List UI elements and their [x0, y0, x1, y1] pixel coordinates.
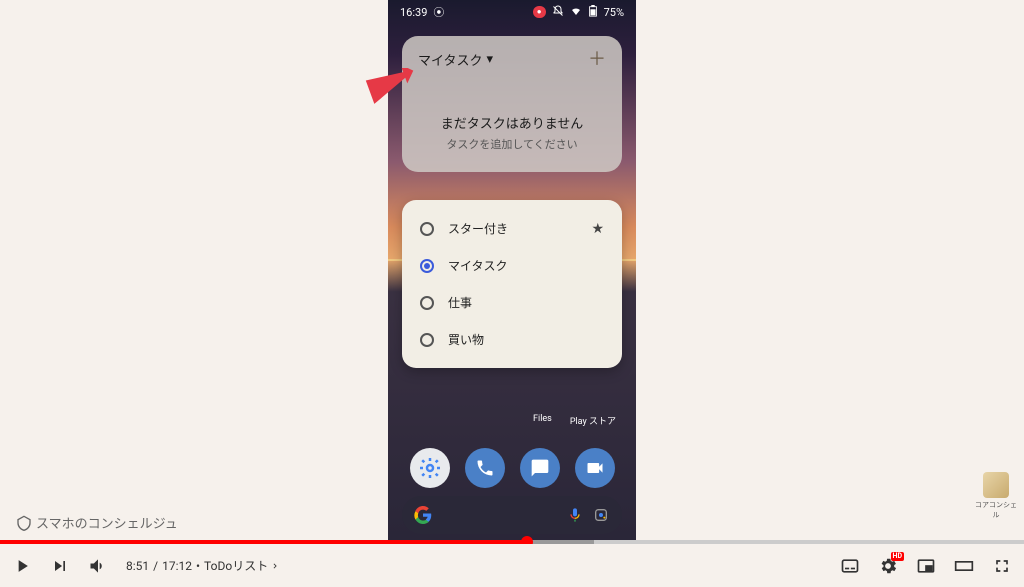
- dock: [402, 448, 622, 488]
- empty-state-sub: タスクを追加してください: [418, 136, 606, 152]
- dock-video-icon[interactable]: [575, 448, 615, 488]
- tasks-widget[interactable]: マイタスク ▾ ＋ まだタスクはありません タスクを追加してください: [402, 36, 622, 172]
- recording-badge: ●: [533, 6, 546, 18]
- video-viewport: 16:39 ⦿ ● 75% マイタスク ▾: [0, 0, 1024, 540]
- current-time: 8:51: [126, 559, 149, 573]
- empty-state-title: まだタスクはありません: [418, 113, 606, 132]
- channel-icon-overlay[interactable]: コアコンシェル: [974, 472, 1018, 520]
- widget-list-selector[interactable]: マイタスク ▾: [418, 50, 493, 69]
- settings-button[interactable]: HD: [878, 556, 898, 576]
- popup-item-label: 仕事: [448, 294, 472, 311]
- list-picker-popup: スター付き ★ マイタスク 仕事 買い物: [402, 200, 622, 368]
- volume-button[interactable]: [88, 556, 108, 576]
- subtitles-button[interactable]: [840, 556, 860, 576]
- miniplayer-button[interactable]: [916, 556, 936, 576]
- hd-badge: HD: [891, 552, 905, 561]
- phone-frame: 16:39 ⦿ ● 75% マイタスク ▾: [388, 0, 636, 540]
- popup-item-mytasks[interactable]: マイタスク: [406, 247, 618, 284]
- dock-settings-icon[interactable]: [410, 448, 450, 488]
- theater-button[interactable]: [954, 556, 974, 576]
- radio-icon: [420, 296, 434, 310]
- lens-icon[interactable]: [592, 506, 610, 524]
- battery-pct: 75%: [604, 6, 624, 19]
- fullscreen-button[interactable]: [992, 556, 1012, 576]
- popup-item-work[interactable]: 仕事: [406, 284, 618, 321]
- battery-icon: [588, 5, 598, 20]
- star-icon: ★: [591, 221, 604, 237]
- chapter-link[interactable]: ToDoリスト: [204, 557, 280, 574]
- status-time: 16:39: [400, 6, 427, 19]
- widget-title-text: マイタスク: [418, 50, 482, 69]
- radio-icon: [420, 333, 434, 347]
- add-task-button[interactable]: ＋: [588, 51, 606, 69]
- app-labels-row: Files Play ストア: [388, 414, 636, 427]
- channel-icon-label: コアコンシェル: [975, 501, 1017, 519]
- popup-item-starred[interactable]: スター付き ★: [406, 210, 618, 247]
- duration: 17:12: [162, 559, 192, 573]
- player-controls: 8:51 / 17:12 • ToDoリスト HD: [0, 544, 1024, 587]
- next-button[interactable]: [50, 556, 70, 576]
- mic-icon[interactable]: [566, 506, 584, 524]
- play-button[interactable]: [12, 556, 32, 576]
- google-search-bar[interactable]: [402, 496, 622, 534]
- wifi-icon: [570, 5, 582, 20]
- google-logo-icon: [414, 506, 432, 524]
- popup-item-label: マイタスク: [448, 257, 508, 274]
- popup-item-label: スター付き: [448, 220, 508, 237]
- dock-chat-icon[interactable]: [520, 448, 560, 488]
- app-label-files: Files: [533, 414, 552, 427]
- dropdown-icon: ▾: [486, 52, 493, 67]
- app-label-play: Play ストア: [570, 414, 616, 427]
- radio-icon: [420, 222, 434, 236]
- popup-item-label: 買い物: [448, 331, 484, 348]
- time-display: 8:51 / 17:12 • ToDoリスト: [126, 557, 280, 574]
- popup-item-shopping[interactable]: 買い物: [406, 321, 618, 358]
- radio-icon: [420, 259, 434, 273]
- screen-record-icon: ⦿: [433, 4, 444, 20]
- dock-phone-icon[interactable]: [465, 448, 505, 488]
- channel-watermark: スマホのコンシェルジュ: [16, 513, 178, 532]
- dnd-icon: [552, 5, 564, 20]
- status-bar: 16:39 ⦿ ● 75%: [388, 0, 636, 24]
